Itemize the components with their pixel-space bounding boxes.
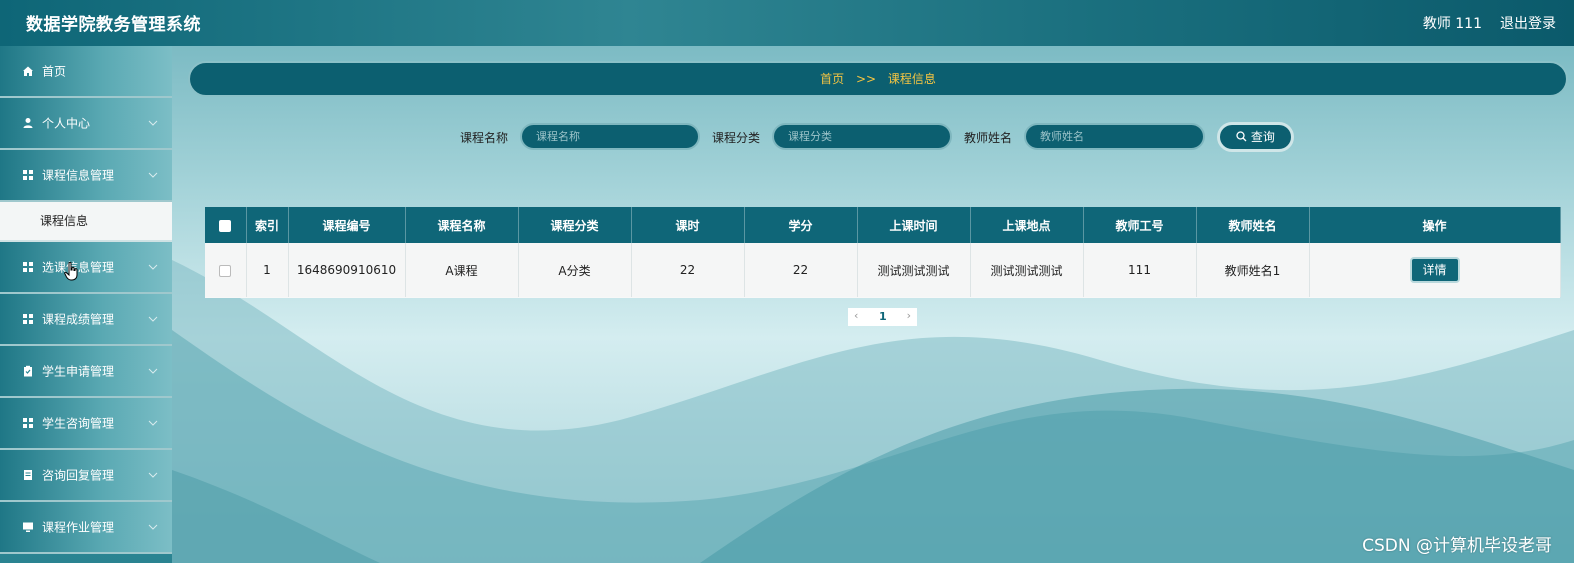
grid-icon — [23, 314, 33, 324]
watermark: CSDN @计算机毕设老哥 — [1362, 536, 1552, 556]
table-cell: 1 — [246, 243, 289, 297]
sidebar: 首页 个人中心 课程信息管理 课程信息 选课信息管理 课程成绩管理 学生申请管理… — [0, 46, 172, 563]
column-header: 教师工号 — [1083, 207, 1197, 243]
grid-icon — [23, 170, 33, 180]
column-header: 索引 — [246, 207, 289, 243]
select-all-checkbox[interactable] — [219, 219, 232, 232]
clipboard-icon — [24, 365, 32, 377]
table-cell: 教师姓名1 — [1196, 243, 1310, 297]
teacher-name-input[interactable]: 教师姓名 — [1024, 123, 1205, 150]
sidebar-item-personal-center[interactable]: 个人中心 — [0, 98, 172, 150]
table-cell: 1648690910610 — [288, 243, 406, 297]
top-header: 数据学院教务管理系统 教师 111 退出登录 — [0, 0, 1574, 46]
breadcrumb: 首页 >> 课程信息 — [188, 61, 1568, 97]
column-header: 课程分类 — [518, 207, 632, 243]
table-row: 1 1648690910610 A课程 A分类 22 22 测试测试测试 测试测… — [205, 243, 1561, 297]
breadcrumb-current: 课程信息 — [887, 72, 936, 86]
row-select-cell — [205, 243, 247, 297]
prev-page-button[interactable]: ‹ — [854, 309, 858, 322]
row-checkbox[interactable] — [219, 264, 232, 277]
chevron-down-icon — [148, 472, 158, 478]
course-category-label: 课程分类 — [712, 131, 761, 145]
sidebar-item-course-homework-management[interactable]: 课程作业管理 — [0, 502, 172, 554]
grid-icon — [23, 418, 33, 428]
course-category-input[interactable]: 课程分类 — [772, 123, 952, 150]
table-cell: A分类 — [518, 243, 632, 297]
sidebar-item-label: 课程作业管理 — [42, 520, 115, 535]
table-cell: 测试测试测试 — [970, 243, 1084, 297]
sidebar-item-label: 首页 — [42, 64, 67, 79]
table-cell: 22 — [631, 243, 745, 297]
chevron-down-icon — [148, 172, 158, 178]
search-button[interactable]: 查询 — [1217, 122, 1294, 152]
column-header: 操作 — [1309, 207, 1561, 243]
sidebar-subitem-course-info[interactable]: 课程信息 — [0, 202, 172, 242]
detail-button[interactable]: 详情 — [1409, 257, 1460, 283]
search-button-label: 查询 — [1250, 130, 1275, 144]
document-icon — [24, 470, 32, 480]
sidebar-item-label: 学生申请管理 — [42, 364, 115, 379]
table-header-row: 索引 课程编号 课程名称 课程分类 课时 学分 上课时间 上课地点 教师工号 教… — [205, 207, 1561, 243]
sidebar-item-course-selection-management[interactable]: 选课信息管理 — [0, 242, 172, 294]
sidebar-item-label: 个人中心 — [42, 116, 91, 131]
next-page-button[interactable]: › — [907, 309, 911, 322]
breadcrumb-home-link[interactable]: 首页 — [820, 72, 844, 86]
chevron-down-icon — [148, 368, 158, 374]
sidebar-item-course-info-management[interactable]: 课程信息管理 — [0, 150, 172, 202]
sidebar-item-label: 学生咨询管理 — [42, 416, 115, 431]
user-icon — [23, 118, 33, 128]
app-title: 数据学院教务管理系统 — [26, 15, 201, 35]
course-name-label: 课程名称 — [460, 131, 509, 145]
column-header: 课程编号 — [288, 207, 406, 243]
sidebar-item-label: 课程信息管理 — [42, 168, 115, 183]
table-cell: 测试测试测试 — [857, 243, 971, 297]
sidebar-item-home[interactable]: 首页 — [0, 46, 172, 98]
course-name-input[interactable]: 课程名称 — [520, 123, 700, 150]
monitor-icon — [23, 522, 33, 532]
column-header: 上课地点 — [970, 207, 1084, 243]
sidebar-item-student-application-management[interactable]: 学生申请管理 — [0, 346, 172, 398]
course-table: 索引 课程编号 课程名称 课程分类 课时 学分 上课时间 上课地点 教师工号 教… — [205, 207, 1561, 298]
action-cell: 详情 — [1309, 243, 1561, 297]
column-header: 学分 — [744, 207, 858, 243]
home-icon — [23, 66, 33, 76]
table-cell: 111 — [1083, 243, 1197, 297]
column-header: 课时 — [631, 207, 745, 243]
logout-link[interactable]: 退出登录 — [1500, 13, 1556, 33]
current-user-label: 教师 111 — [1422, 16, 1482, 32]
pagination: ‹ 1 › — [848, 308, 917, 326]
table-cell: 22 — [744, 243, 858, 297]
sidebar-item-label: 咨询回复管理 — [42, 468, 115, 483]
chevron-down-icon — [148, 524, 158, 530]
sidebar-item-course-grade-management[interactable]: 课程成绩管理 — [0, 294, 172, 346]
grid-icon — [23, 262, 33, 272]
select-all-header — [205, 207, 247, 243]
teacher-name-label: 教师姓名 — [964, 131, 1013, 145]
chevron-down-icon — [148, 316, 158, 322]
breadcrumb-separator: >> — [855, 72, 877, 86]
hand-cursor-icon — [64, 262, 78, 281]
sidebar-item-consultation-reply-management[interactable]: 咨询回复管理 — [0, 450, 172, 502]
column-header: 教师姓名 — [1196, 207, 1310, 243]
chevron-down-icon — [148, 120, 158, 126]
sidebar-item-student-consultation-management[interactable]: 学生咨询管理 — [0, 398, 172, 450]
column-header: 上课时间 — [857, 207, 971, 243]
sidebar-item-label: 课程成绩管理 — [42, 312, 115, 327]
table-cell: A课程 — [405, 243, 519, 297]
search-icon — [1236, 131, 1247, 142]
page-number-button[interactable]: 1 — [879, 310, 887, 323]
column-header: 课程名称 — [405, 207, 519, 243]
chevron-down-icon — [148, 420, 158, 426]
chevron-down-icon — [148, 264, 158, 270]
search-form: 课程名称 课程名称 课程分类 课程分类 教师姓名 教师姓名 查询 — [0, 122, 1574, 152]
